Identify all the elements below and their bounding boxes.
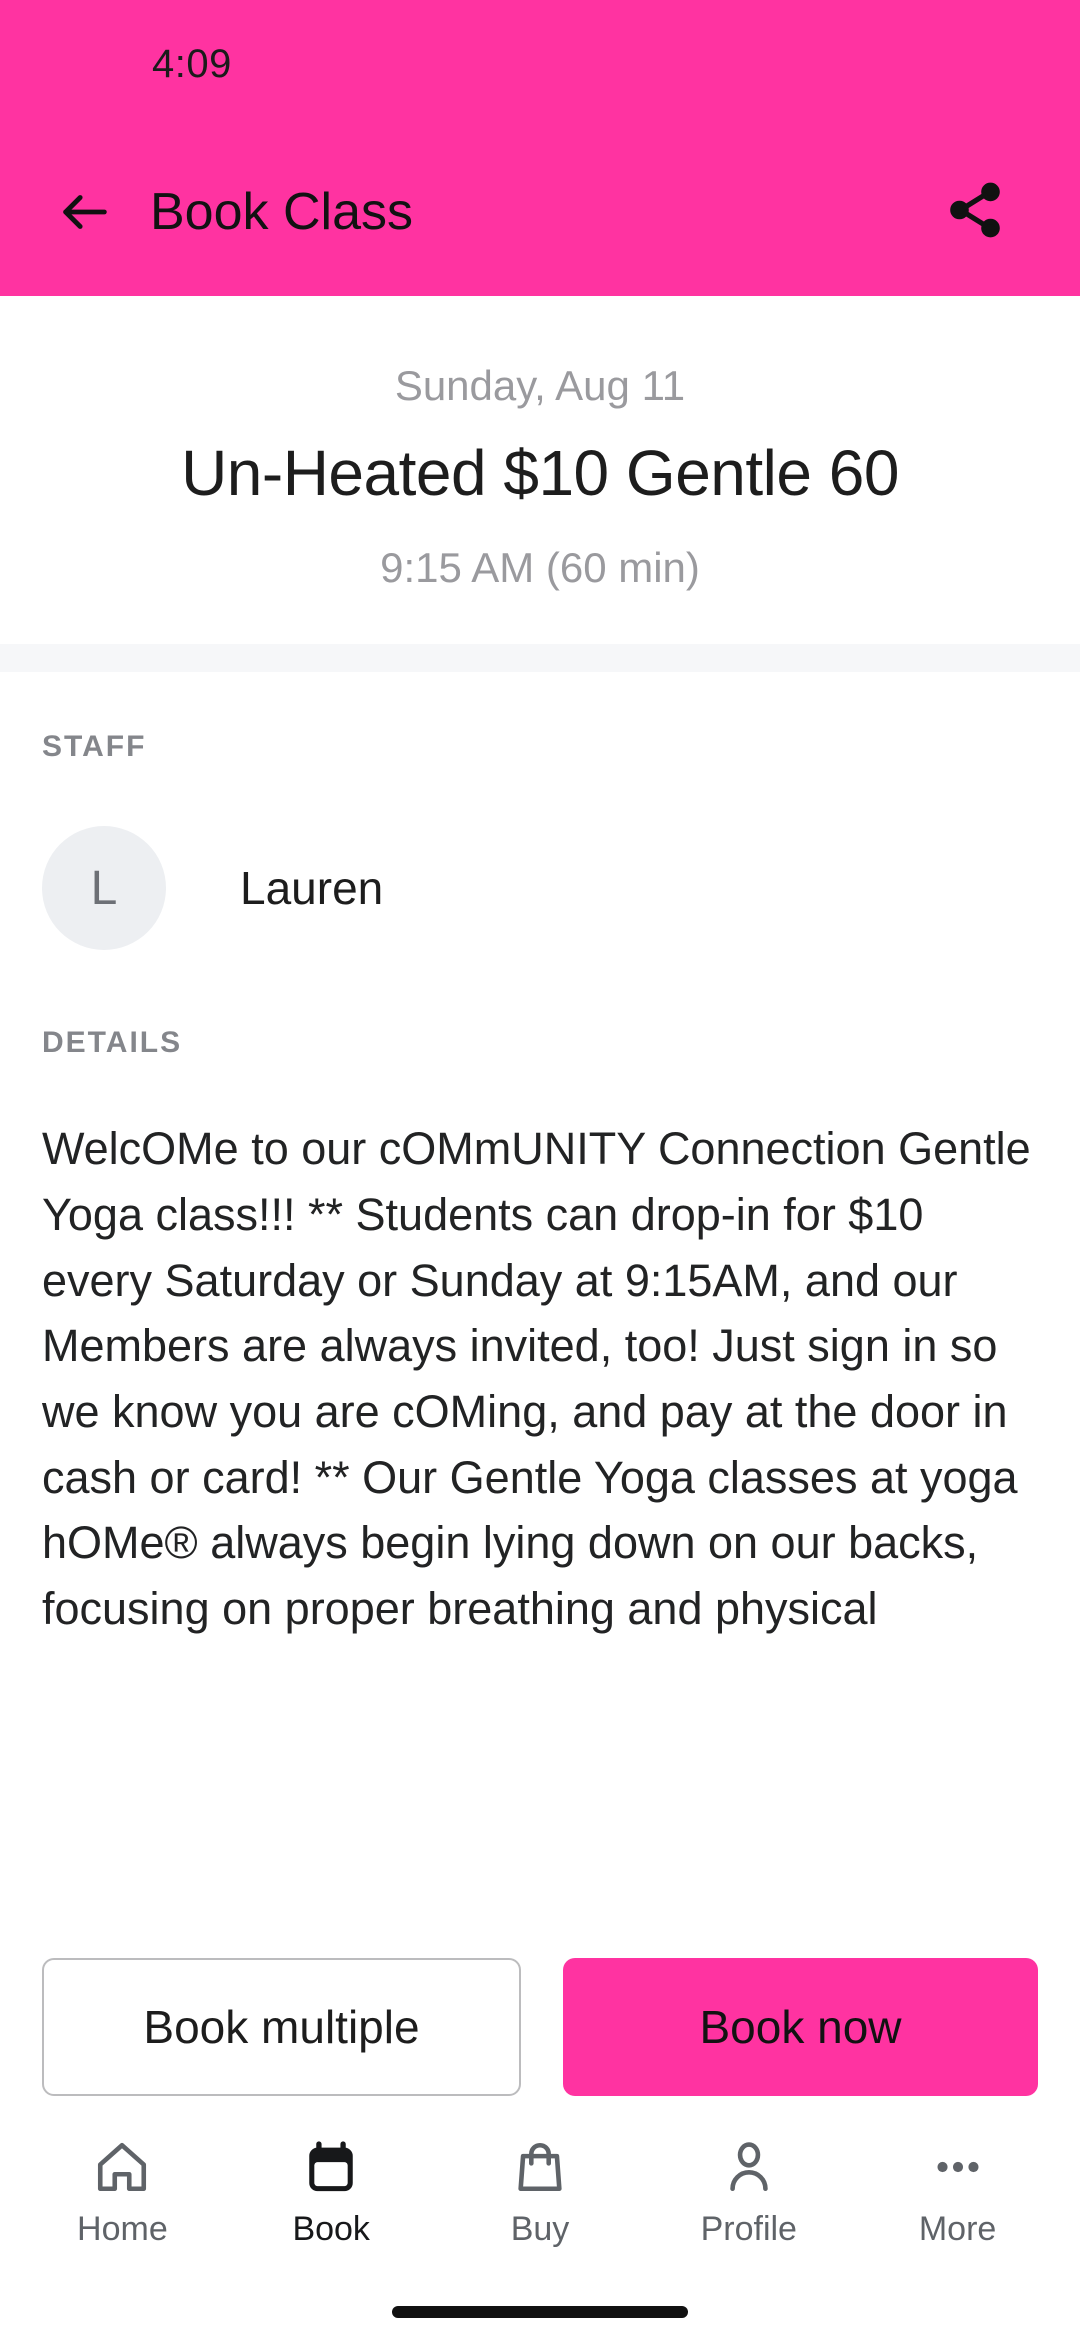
calendar-icon [302,2132,360,2196]
ellipsis-icon [929,2132,987,2196]
bottom-navigation: Home Book Buy Profile More [0,2096,1080,2284]
nav-label-home: Home [77,2210,168,2248]
person-icon [720,2132,778,2196]
nav-item-more[interactable]: More [863,2132,1053,2249]
nav-label-more: More [918,2210,997,2248]
page-title: Book Class [150,183,413,241]
booking-screen: 4:09 Book Class Sunday, Aug 11 Un-Heated… [0,0,1080,2340]
top-bar: 4:09 Book Class [0,0,1080,296]
class-name: Un-Heated $10 Gentle 60 [181,437,899,509]
staff-row[interactable]: L Lauren [42,826,1038,951]
nav-item-buy[interactable]: Buy [445,2132,635,2249]
book-multiple-button[interactable]: Book multiple [42,1958,521,2096]
home-indicator [0,2284,1080,2340]
home-indicator-bar[interactable] [392,2306,688,2318]
details-description: WelcOMe to our cOMmUNITY Connection Gent… [42,1123,1031,1635]
avatar: L [42,826,166,951]
shopping-bag-icon [511,2132,569,2196]
avatar-initial: L [90,861,118,915]
nav-item-book[interactable]: Book [236,2132,426,2249]
class-time: 9:15 AM (60 min) [380,544,700,592]
nav-label-buy: Buy [510,2210,570,2248]
details-section-label: DETAILS [42,1026,183,1060]
class-summary: Sunday, Aug 11 Un-Heated $10 Gentle 60 9… [0,296,1080,645]
action-buttons: Book multiple Book now [0,1924,1080,2096]
book-now-button[interactable]: Book now [563,1958,1038,2096]
status-bar-clock: 4:09 [152,41,232,86]
nav-item-home[interactable]: Home [27,2132,217,2249]
staff-name: Lauren [240,862,384,915]
nav-label-profile: Profile [700,2210,797,2248]
share-icon [944,179,1006,246]
class-date: Sunday, Aug 11 [394,362,686,409]
staff-section-label: STAFF [42,730,147,764]
status-bar: 4:09 [0,0,1080,128]
home-icon [93,2132,151,2196]
nav-item-profile[interactable]: Profile [654,2132,844,2249]
back-arrow-icon [56,183,114,241]
nav-label-book: Book [292,2210,370,2248]
app-bar: Book Class [0,128,1080,296]
details-section: DETAILS WelcOMe to our cOMmUNITY Connect… [0,950,1080,1642]
section-divider-band [0,644,1080,673]
share-button[interactable] [932,169,1018,255]
back-button[interactable] [48,175,122,249]
staff-section: STAFF L Lauren [0,672,1080,951]
